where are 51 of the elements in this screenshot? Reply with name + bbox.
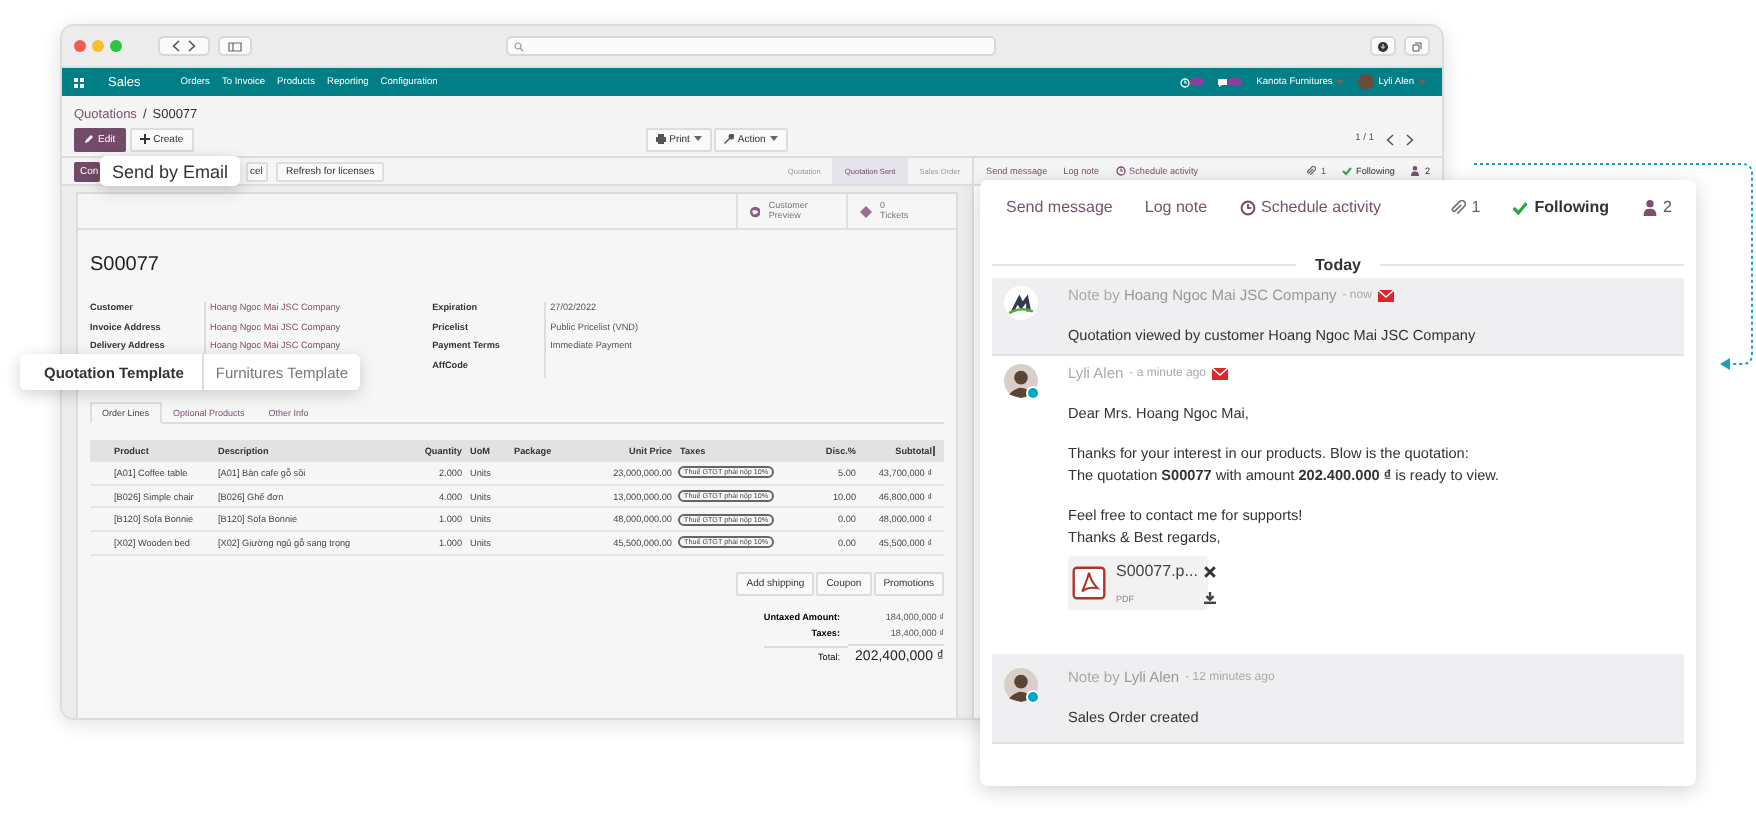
check-icon — [1512, 199, 1529, 215]
user-avatar — [1004, 668, 1038, 702]
forward-icon — [1406, 133, 1414, 145]
clock-icon — [1180, 77, 1191, 87]
check-icon — [1342, 166, 1353, 176]
caret-icon — [693, 136, 702, 142]
notification-badge — [1228, 78, 1243, 86]
copy-icon — [1412, 41, 1422, 51]
forward-icon — [188, 40, 196, 52]
window-controls — [74, 40, 122, 52]
wrench-icon — [723, 134, 734, 144]
record-title: S00077 — [88, 252, 161, 280]
navigation-buttons[interactable] — [158, 36, 210, 56]
pdf-icon — [1072, 566, 1106, 600]
paperclip-icon — [1306, 166, 1317, 176]
chat-icon — [1218, 77, 1229, 87]
paperclip-icon — [1449, 199, 1466, 215]
schedule-activity-button[interactable]: Schedule activity — [1239, 198, 1382, 216]
sidebar-icon — [228, 41, 242, 51]
download-button[interactable] — [1370, 36, 1396, 56]
clock-icon — [1115, 166, 1126, 176]
download-icon — [1378, 41, 1388, 51]
pencil-icon — [84, 134, 94, 144]
attachment-name: S00077.p... — [1116, 562, 1198, 580]
caret-icon — [1418, 79, 1426, 85]
send-email-callout[interactable]: Send by Email — [100, 156, 241, 186]
globe-icon — [750, 205, 761, 217]
clock-icon — [1239, 199, 1256, 215]
user-icon — [1410, 166, 1421, 176]
send-message-button[interactable]: Send message — [1006, 198, 1113, 216]
followers-button[interactable]: 2 — [1641, 198, 1672, 216]
attachments-button[interactable]: 1 — [1449, 198, 1481, 216]
next-button[interactable] — [1406, 133, 1414, 145]
ticket-icon — [860, 205, 872, 217]
back-icon — [172, 40, 180, 52]
search-icon — [514, 41, 524, 51]
user-avatar — [1004, 364, 1038, 398]
previous-button[interactable] — [1386, 133, 1394, 145]
download-icon — [1203, 592, 1216, 604]
date-separator: Today — [1315, 255, 1361, 273]
notification-badge — [1190, 78, 1205, 86]
user-avatar — [1358, 74, 1375, 90]
log-note-button[interactable]: Log note — [1144, 198, 1208, 216]
plus-icon — [139, 134, 150, 144]
back-icon — [1386, 133, 1394, 145]
caret-icon — [1336, 79, 1345, 85]
remove-icon — [1203, 565, 1216, 577]
caret-icon — [769, 136, 778, 142]
following-button[interactable]: Following — [1512, 198, 1610, 216]
user-icon — [1641, 199, 1658, 215]
apps-grid-icon — [74, 77, 84, 87]
